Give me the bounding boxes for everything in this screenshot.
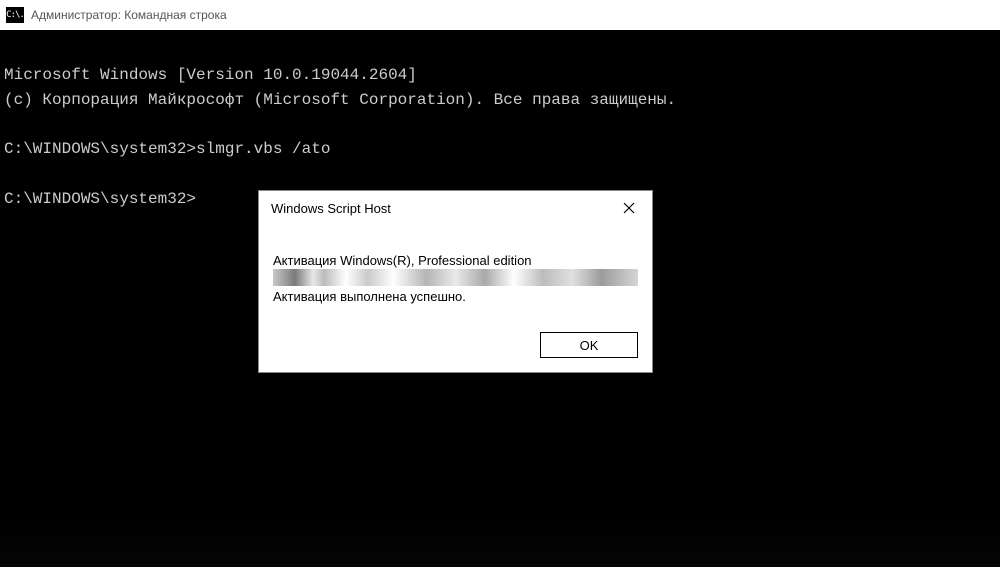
- window-title: Администратор: Командная строка: [31, 8, 227, 22]
- console-prompt: C:\WINDOWS\system32>: [4, 190, 196, 208]
- dialog-body: Активация Windows(R), Professional editi…: [259, 225, 652, 314]
- dialog-titlebar: Windows Script Host: [259, 191, 652, 225]
- dialog-title: Windows Script Host: [271, 201, 391, 216]
- cmd-icon: C:\.: [6, 7, 24, 23]
- console-line: (c) Корпорация Майкрософт (Microsoft Cor…: [4, 91, 676, 109]
- close-icon[interactable]: [614, 196, 644, 220]
- ok-button[interactable]: OK: [540, 332, 638, 358]
- console-line: C:\WINDOWS\system32>slmgr.vbs /ato: [4, 140, 330, 158]
- dialog-heading: Активация Windows(R), Professional editi…: [273, 253, 638, 268]
- console-line: Microsoft Windows [Version 10.0.19044.26…: [4, 66, 417, 84]
- decorative-gradient: [0, 517, 1000, 567]
- redacted-line: [273, 269, 638, 286]
- dialog-button-row: OK: [259, 314, 652, 372]
- message-dialog: Windows Script Host Активация Windows(R)…: [258, 190, 653, 373]
- dialog-message: Активация выполнена успешно.: [273, 289, 638, 304]
- window-titlebar: C:\. Администратор: Командная строка: [0, 0, 1000, 30]
